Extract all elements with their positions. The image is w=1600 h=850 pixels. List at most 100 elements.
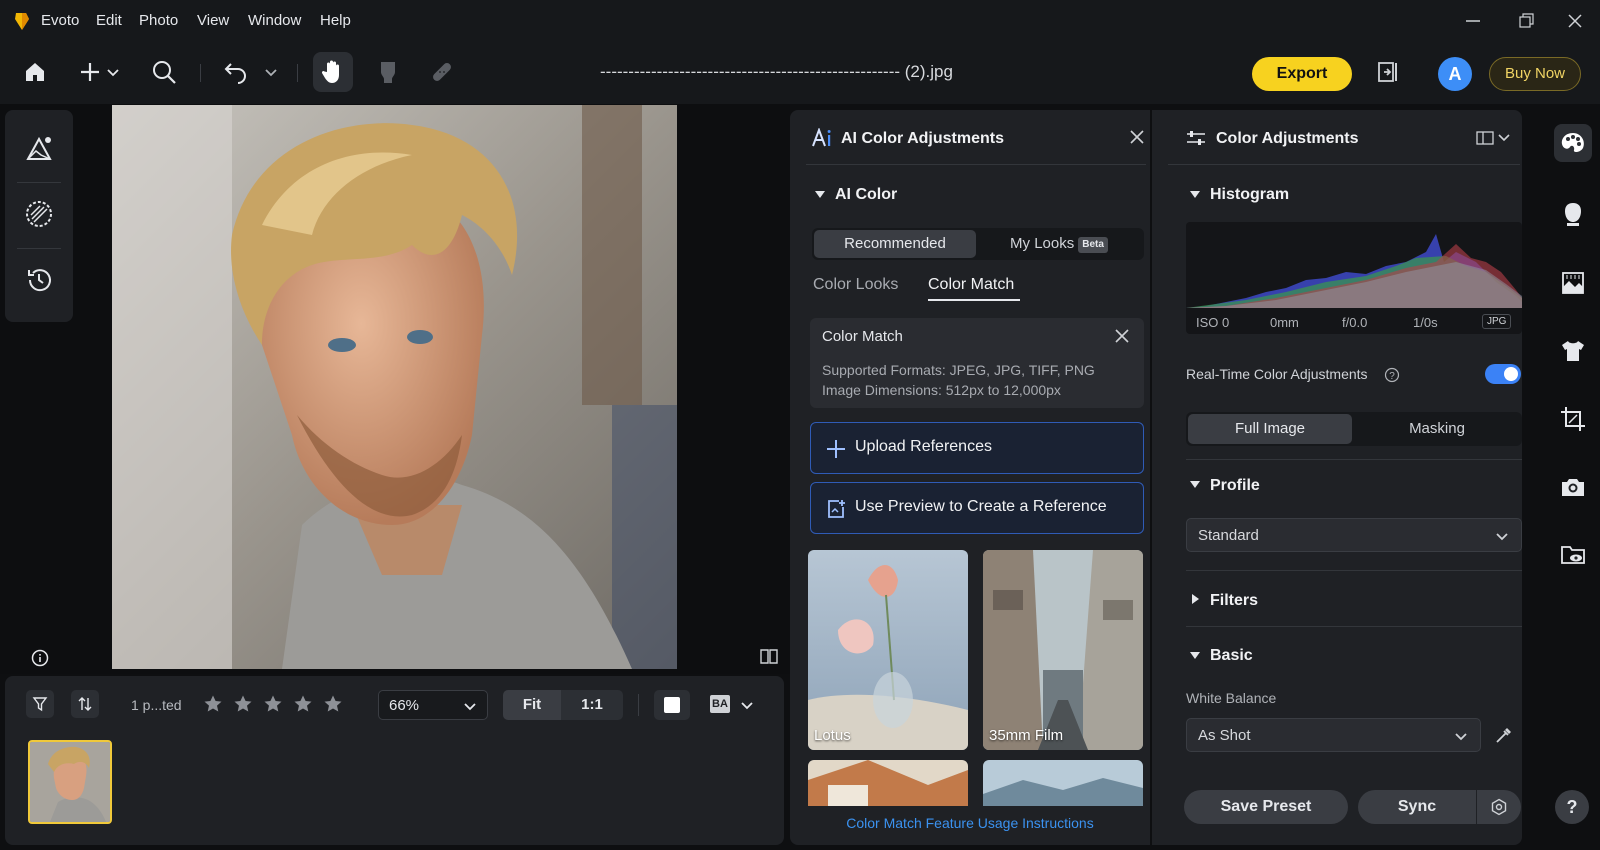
masking-tab[interactable]: Masking [1354, 414, 1520, 444]
basic-section-title[interactable]: Basic [1210, 647, 1253, 665]
color-match-box-title: Color Match [822, 328, 903, 345]
menu-window[interactable]: Window [248, 0, 301, 42]
look-name: 35mm Film [989, 727, 1064, 744]
upload-references-button[interactable]: Upload References [810, 422, 1144, 474]
color-match-instructions-link[interactable]: Color Match Feature Usage Instructions [790, 815, 1150, 831]
collapse-triangle-icon[interactable] [1189, 189, 1201, 201]
one-to-one-button[interactable]: 1:1 [561, 690, 623, 720]
menu-edit[interactable]: Edit [96, 0, 122, 42]
image-dimensions-text: Image Dimensions: 512px to 12,000px [822, 382, 1061, 398]
sync-settings-icon[interactable] [1477, 790, 1521, 824]
fit-button[interactable]: Fit [503, 690, 561, 720]
histogram-section-title[interactable]: Histogram [1210, 186, 1289, 204]
ai-color-section-title[interactable]: AI Color [835, 186, 897, 204]
recommended-tab[interactable]: Recommended [814, 230, 976, 258]
realtime-toggle[interactable] [1485, 364, 1521, 384]
retouch-brush-icon[interactable] [370, 54, 406, 90]
hand-icon[interactable] [313, 52, 353, 92]
folder-view-icon[interactable] [1554, 536, 1592, 574]
full-image-tab[interactable]: Full Image [1188, 414, 1352, 444]
filters-section-title[interactable]: Filters [1210, 592, 1258, 610]
help-button[interactable]: ? [1555, 790, 1589, 824]
menu-view[interactable]: View [197, 0, 229, 42]
close-window-icon[interactable] [1563, 10, 1587, 32]
undo-history-chevron-icon[interactable] [260, 54, 282, 90]
exif-aperture: f/0.0 [1342, 315, 1368, 330]
sliders-icon [1186, 129, 1206, 147]
export-panel-icon[interactable] [1370, 54, 1406, 90]
undo-icon[interactable] [218, 54, 254, 90]
white-balance-label: White Balance [1186, 690, 1277, 706]
color-match-info-box: Color Match Supported Formats: JPEG, JPG… [810, 318, 1144, 408]
info-icon[interactable] [31, 649, 49, 667]
star-icon[interactable] [323, 694, 343, 714]
file-name: ----------------------------------------… [600, 62, 953, 81]
filmstrip-thumbnail[interactable] [28, 740, 112, 824]
collapse-triangle-icon[interactable] [814, 189, 826, 201]
profile-section-title[interactable]: Profile [1210, 477, 1260, 495]
zoom-value: 66% [389, 697, 420, 714]
panel-layout-icon[interactable] [1476, 130, 1512, 146]
tab-color-match[interactable]: Color Match [928, 276, 1014, 294]
before-after-button[interactable]: BA [710, 692, 756, 718]
palette-icon[interactable] [1554, 124, 1592, 162]
app-name: Evoto [41, 12, 80, 29]
face-icon[interactable] [1554, 195, 1592, 233]
white-balance-dropdown[interactable]: As Shot [1186, 718, 1481, 752]
eyedropper-icon[interactable] [1494, 725, 1514, 745]
star-icon[interactable] [233, 694, 253, 714]
main-photo[interactable] [112, 105, 677, 669]
camera-icon[interactable] [1554, 468, 1592, 506]
adjust-triangle-icon[interactable] [21, 130, 57, 166]
help-circle-icon[interactable]: ? [1384, 367, 1400, 383]
history-icon[interactable] [21, 262, 57, 298]
search-icon[interactable] [146, 54, 182, 90]
zoom-select[interactable]: 66% [378, 690, 488, 720]
tab-color-looks[interactable]: Color Looks [813, 276, 898, 294]
restore-icon[interactable] [1514, 10, 1538, 32]
left-tool-rail [5, 110, 73, 322]
menu-photo[interactable]: Photo [139, 0, 178, 42]
background-icon[interactable] [1554, 264, 1592, 302]
buy-now-button[interactable]: Buy Now [1489, 57, 1581, 91]
adj-panel-title: Color Adjustments [1216, 130, 1359, 147]
minimize-icon[interactable] [1461, 10, 1485, 32]
tab-active-underline [928, 299, 1020, 301]
star-icon[interactable] [203, 694, 223, 714]
profile-dropdown[interactable]: Standard [1186, 518, 1522, 552]
beta-badge: Beta [1078, 237, 1108, 253]
my-looks-tab[interactable]: My Looks Beta [976, 230, 1142, 258]
supported-formats-text: Supported Formats: JPEG, JPG, TIFF, PNG [822, 362, 1095, 378]
star-icon[interactable] [263, 694, 283, 714]
add-dropdown-chevron-icon[interactable] [102, 54, 124, 90]
close-info-icon[interactable] [1114, 328, 1130, 344]
collapse-triangle-icon[interactable] [1189, 479, 1201, 491]
look-card-35mm-film[interactable]: 35mm Film [983, 550, 1143, 750]
star-icon[interactable] [293, 694, 313, 714]
expand-triangle-icon[interactable] [1189, 593, 1201, 605]
background-color-button[interactable] [654, 690, 690, 720]
close-panel-icon[interactable] [1129, 129, 1145, 145]
sync-button[interactable]: Sync [1358, 790, 1476, 824]
bandage-icon[interactable] [424, 54, 460, 90]
texture-icon[interactable] [21, 196, 57, 232]
look-card[interactable] [983, 760, 1143, 806]
clothing-icon[interactable] [1554, 332, 1592, 370]
menu-help[interactable]: Help [320, 0, 351, 42]
look-card-lotus[interactable]: Lotus [808, 550, 968, 750]
look-card[interactable] [808, 760, 968, 806]
collapse-triangle-icon[interactable] [1189, 650, 1201, 662]
look-name: Lotus [814, 727, 851, 744]
crop-icon[interactable] [1554, 400, 1592, 438]
save-preset-button[interactable]: Save Preset [1184, 790, 1348, 824]
ai-logo-icon [811, 128, 833, 148]
avatar[interactable]: A [1438, 57, 1472, 91]
split-view-icon[interactable] [759, 647, 779, 665]
upload-references-label: Upload References [855, 438, 992, 455]
home-icon[interactable] [17, 54, 53, 90]
sort-icon[interactable] [71, 690, 99, 718]
use-preview-button[interactable]: Use Preview to Create a Reference [810, 482, 1144, 534]
filter-icon[interactable] [26, 690, 54, 718]
export-button[interactable]: Export [1252, 57, 1352, 91]
ai-panel-title: AI Color Adjustments [841, 130, 1004, 147]
